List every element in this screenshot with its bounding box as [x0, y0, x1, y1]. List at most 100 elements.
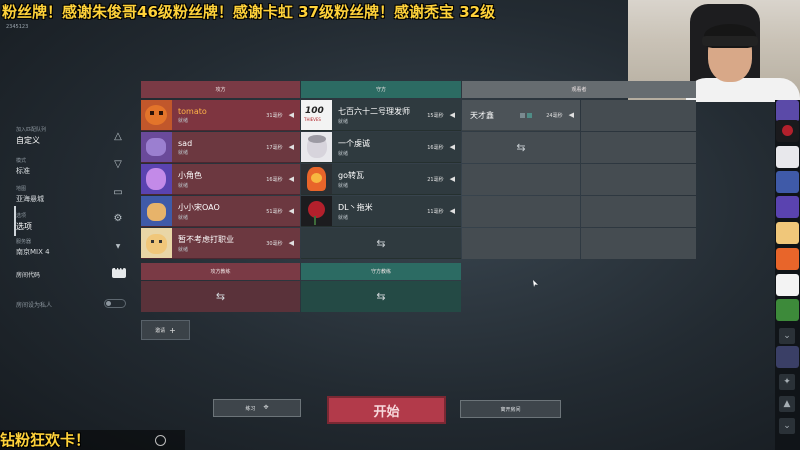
- player-ping: 16毫秒: [427, 144, 444, 151]
- defender-slot-2[interactable]: 一个虔诚 就绪 16毫秒 ◀: [301, 132, 461, 163]
- player-status: 就绪: [178, 117, 189, 124]
- streamer-shirt: [686, 78, 800, 102]
- player-ping: 24毫秒: [546, 112, 563, 119]
- speaker-icon[interactable]: ◀: [289, 175, 294, 183]
- crosshair-icon: ⌖: [263, 403, 269, 413]
- gear-icon[interactable]: ⚙: [112, 212, 124, 224]
- avatar: [141, 164, 172, 194]
- defenders-header: 守方: [301, 81, 461, 98]
- server-value: 南京MIX 4: [16, 248, 50, 256]
- chevron-down-icon[interactable]: ▼: [112, 240, 124, 252]
- queue-section: 加入匹配队列 自定义: [16, 126, 46, 146]
- player-status: 就绪: [178, 182, 189, 189]
- player-status: 就绪: [178, 149, 189, 156]
- observer-slot-empty[interactable]: [462, 228, 580, 259]
- observer-slot-empty[interactable]: [581, 164, 696, 195]
- observer-slot-empty[interactable]: ⇆: [462, 132, 580, 163]
- server-section[interactable]: 服务器 南京MIX 4: [16, 238, 50, 257]
- swap-icon[interactable]: ⇆: [376, 237, 385, 250]
- avatar[interactable]: [776, 100, 799, 122]
- queue-value[interactable]: 自定义: [16, 135, 46, 146]
- defender-slot-1[interactable]: 100 THIEVES 七百六十二号理发师 就绪 15毫秒 ◀: [301, 100, 461, 131]
- player-info: tomato 就绪: [178, 107, 266, 124]
- invite-button[interactable]: 邀请 +: [141, 320, 190, 340]
- observer-slot-empty[interactable]: [462, 196, 580, 227]
- attackers-coach-slot[interactable]: ⇆: [141, 281, 300, 312]
- speaker-icon[interactable]: ◀: [450, 143, 455, 151]
- queue-label: 加入匹配队列: [16, 127, 47, 133]
- player-ping: 16毫秒: [266, 176, 283, 183]
- avatar[interactable]: [776, 248, 799, 270]
- status-badge: [520, 112, 526, 118]
- map-section[interactable]: 地图 亚海悬城: [16, 185, 44, 204]
- player-name: 一个虔诚: [338, 138, 370, 148]
- avatar: 100 THIEVES: [301, 100, 332, 130]
- observer-slot-empty[interactable]: [462, 164, 580, 195]
- player-ping: 31毫秒: [266, 112, 283, 119]
- defender-slot-3[interactable]: go转瓦 就绪 21毫秒 ◀: [301, 164, 461, 195]
- player-status: 就绪: [178, 246, 189, 253]
- queue-icon[interactable]: △: [112, 130, 124, 142]
- player-status: 就绪: [338, 118, 349, 125]
- player-name: 七百六十二号理发师: [338, 106, 410, 116]
- speaker-icon[interactable]: ◀: [289, 143, 294, 151]
- status-badge: [527, 112, 533, 118]
- observer-slot-empty[interactable]: [581, 132, 696, 163]
- defender-slot-4[interactable]: DL丶拖米 就绪 11毫秒 ◀: [301, 196, 461, 227]
- player-info: 一个虔诚 就绪: [338, 138, 427, 157]
- speaker-icon[interactable]: ◀: [569, 111, 574, 119]
- start-button[interactable]: 开始: [327, 396, 446, 424]
- chevron-down-icon[interactable]: ⌄: [779, 328, 795, 344]
- speaker-icon[interactable]: ◀: [450, 207, 455, 215]
- practice-button[interactable]: 练习 ⌖: [213, 399, 301, 417]
- speaker-icon[interactable]: ◀: [289, 239, 294, 247]
- attacker-slot-1[interactable]: tomato 就绪 31毫秒 ◀: [141, 100, 300, 131]
- player-name: 暂不考虑打职业: [178, 234, 234, 244]
- avatar: [141, 196, 172, 226]
- swap-icon[interactable]: ⇆: [376, 290, 385, 303]
- attacker-slot-5[interactable]: 暂不考虑打职业 就绪 30毫秒 ◀: [141, 228, 300, 259]
- avatar: [141, 228, 172, 258]
- rank-icon[interactable]: ✦: [779, 374, 795, 390]
- map-value: 亚海悬城: [16, 195, 44, 203]
- room-private-toggle[interactable]: [104, 299, 126, 308]
- options-value: 选项: [16, 222, 32, 231]
- observer-slot-1[interactable]: 天才鑫 24毫秒 ◀: [462, 100, 580, 131]
- avatar[interactable]: [776, 120, 799, 142]
- avatar[interactable]: [776, 146, 799, 168]
- player-info: sad 就绪: [178, 139, 266, 156]
- server-label: 服务器: [16, 239, 32, 245]
- mode-section[interactable]: 模式 标准: [16, 157, 30, 176]
- stream-ticker-top: 粉丝牌！感谢朱俊哥46级粉丝牌！感谢卡虹 37级粉丝牌！感谢秃宝 32级: [2, 3, 496, 21]
- avatar[interactable]: [776, 274, 799, 296]
- room-code-label: 房间代码: [16, 272, 41, 279]
- observer-slot-empty[interactable]: [581, 100, 696, 131]
- attacker-slot-2[interactable]: sad 就绪 17毫秒 ◀: [141, 132, 300, 163]
- map-icon[interactable]: ▭: [112, 186, 124, 198]
- avatar[interactable]: [776, 346, 799, 368]
- rank-icon[interactable]: ▲: [779, 396, 795, 412]
- player-name: sad: [178, 138, 193, 148]
- avatar: [141, 100, 172, 130]
- chevron-down-icon[interactable]: ⌄: [779, 418, 795, 434]
- swap-icon[interactable]: ⇆: [516, 141, 525, 154]
- speaker-icon[interactable]: ◀: [450, 175, 455, 183]
- avatar[interactable]: [776, 299, 799, 321]
- defender-slot-empty[interactable]: ⇆: [301, 228, 461, 259]
- options-section[interactable]: 选项 选项: [16, 212, 32, 232]
- chat-icon[interactable]: [112, 265, 126, 278]
- swap-icon[interactable]: ⇆: [216, 290, 225, 303]
- observer-slot-empty[interactable]: [581, 196, 696, 227]
- speaker-icon[interactable]: ◀: [289, 207, 294, 215]
- speaker-icon[interactable]: ◀: [450, 111, 455, 119]
- speaker-icon[interactable]: ◀: [289, 111, 294, 119]
- defenders-coach-slot[interactable]: ⇆: [301, 281, 461, 312]
- observer-slot-empty[interactable]: [581, 228, 696, 259]
- attacker-slot-3[interactable]: 小角色 就绪 16毫秒 ◀: [141, 164, 300, 195]
- leave-room-button[interactable]: 离开房间: [460, 400, 561, 418]
- mode-icon[interactable]: ▽: [112, 158, 124, 170]
- avatar[interactable]: [776, 196, 799, 218]
- attacker-slot-4[interactable]: 小小宋OAO 就绪 51毫秒 ◀: [141, 196, 300, 227]
- avatar[interactable]: [776, 222, 799, 244]
- avatar[interactable]: [776, 171, 799, 193]
